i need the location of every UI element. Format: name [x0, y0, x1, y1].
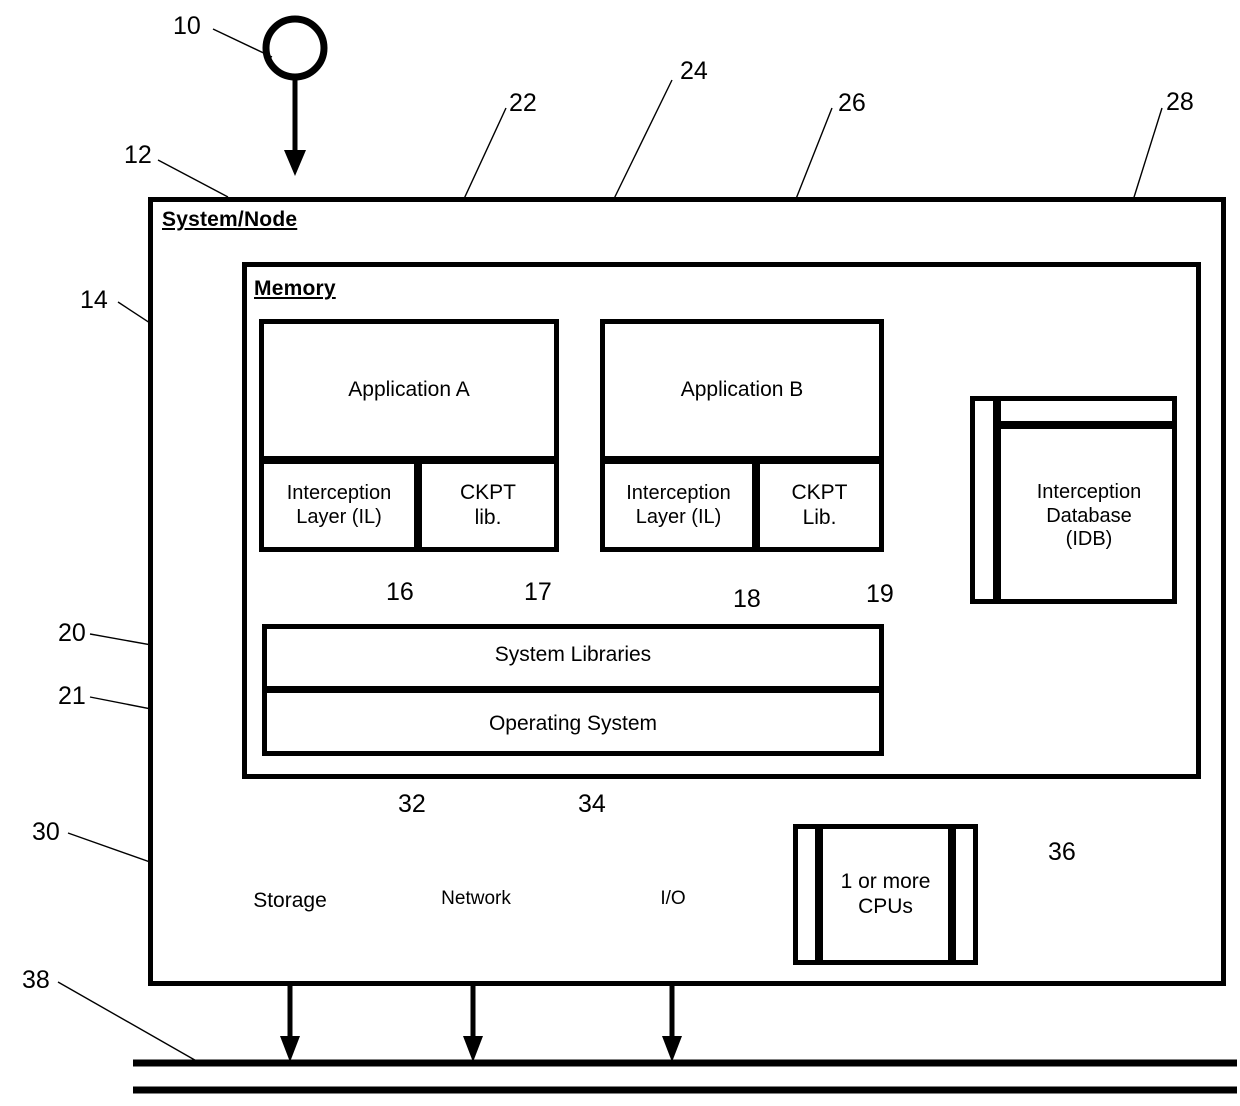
application-b-label: Application B	[680, 377, 804, 401]
ref-numeral-24: 24	[680, 57, 708, 85]
storage-label: Storage	[253, 888, 327, 912]
ref-numeral-14: 14	[80, 286, 108, 314]
interception-database-label: Interception Database (IDB)	[1001, 429, 1177, 604]
ref-numeral-26: 26	[838, 89, 866, 117]
application-a-interception-layer-label: Interception Layer (IL)	[259, 459, 419, 552]
application-b-ckpt-lib-label: CKPT Lib.	[755, 459, 884, 552]
ref-numeral-12: 12	[124, 141, 152, 169]
cpus-line1: 1 or more	[840, 869, 931, 893]
ref-numeral-17: 17	[524, 578, 552, 606]
ref-numeral-22: 22	[509, 89, 537, 117]
ckpt-b-line2: Lib.	[802, 505, 837, 529]
idb-line3: (IDB)	[1065, 528, 1113, 551]
cpu-left-bar	[815, 824, 823, 965]
il-a-line1: Interception	[286, 481, 392, 504]
ref-numeral-32: 32	[398, 790, 426, 818]
ref-numeral-38: 38	[22, 966, 50, 994]
idb-line1: Interception	[1036, 481, 1142, 504]
ref-numeral-30: 30	[32, 818, 60, 846]
memory-title: Memory	[254, 277, 336, 300]
ref-numeral-19: 19	[866, 580, 894, 608]
ref-numeral-18: 18	[733, 585, 761, 613]
system-libraries-label: System Libraries	[494, 642, 652, 666]
il-a-line2: Layer (IL)	[296, 505, 382, 528]
cpu-right-bar	[948, 824, 956, 965]
software-stack-divider	[262, 686, 884, 693]
ckpt-a-line2: lib.	[474, 505, 502, 529]
database-header-divider	[1001, 421, 1177, 429]
system-node-title: System/Node	[162, 208, 298, 231]
ref-numeral-36: 36	[1048, 838, 1076, 866]
io-label: I/O	[660, 887, 686, 909]
network-label: Network	[441, 887, 511, 909]
cpus-line2: CPUs	[858, 894, 913, 918]
il-b-line1: Interception	[626, 481, 731, 504]
ref-numeral-10: 10	[173, 12, 201, 40]
ref-numeral-20: 20	[58, 619, 86, 647]
application-a-label: Application A	[348, 377, 470, 401]
ckpt-b-line1: CKPT	[791, 480, 848, 504]
entry-point-circle-icon	[262, 15, 328, 176]
database-spine-divider	[993, 396, 1001, 604]
figure-canvas: System/Node Memory Application A Interce…	[0, 0, 1240, 1106]
cpus-label: 1 or more CPUs	[823, 824, 948, 965]
ref-numeral-21: 21	[58, 682, 86, 710]
application-b-interception-layer-label: Interception Layer (IL)	[600, 459, 757, 552]
application-a-ckpt-lib-label: CKPT lib.	[417, 459, 559, 552]
operating-system-label: Operating System	[488, 712, 658, 736]
ref-numeral-34: 34	[578, 790, 606, 818]
idb-line2: Database	[1046, 504, 1132, 527]
ref-numeral-28: 28	[1166, 88, 1194, 116]
system-bus-lines	[133, 1059, 1237, 1094]
il-b-line2: Layer (IL)	[635, 505, 722, 528]
ref-numeral-16: 16	[386, 578, 414, 606]
ckpt-a-line1: CKPT	[459, 480, 516, 504]
